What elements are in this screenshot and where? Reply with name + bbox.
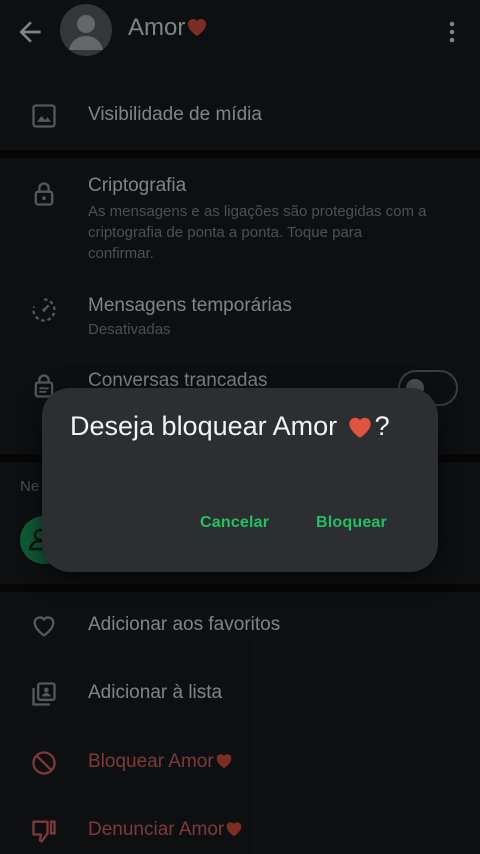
dialog-title-suffix: ?	[374, 411, 390, 441]
dialog-title: Deseja bloquear Amor ?	[70, 410, 410, 443]
heart-icon	[349, 417, 371, 438]
dialog-title-text: Deseja bloquear Amor	[70, 411, 338, 441]
block-button[interactable]: Bloquear	[316, 514, 387, 532]
cancel-button[interactable]: Cancelar	[200, 514, 269, 532]
block-confirmation-dialog: Deseja bloquear Amor ? Cancelar Bloquear	[42, 388, 438, 572]
